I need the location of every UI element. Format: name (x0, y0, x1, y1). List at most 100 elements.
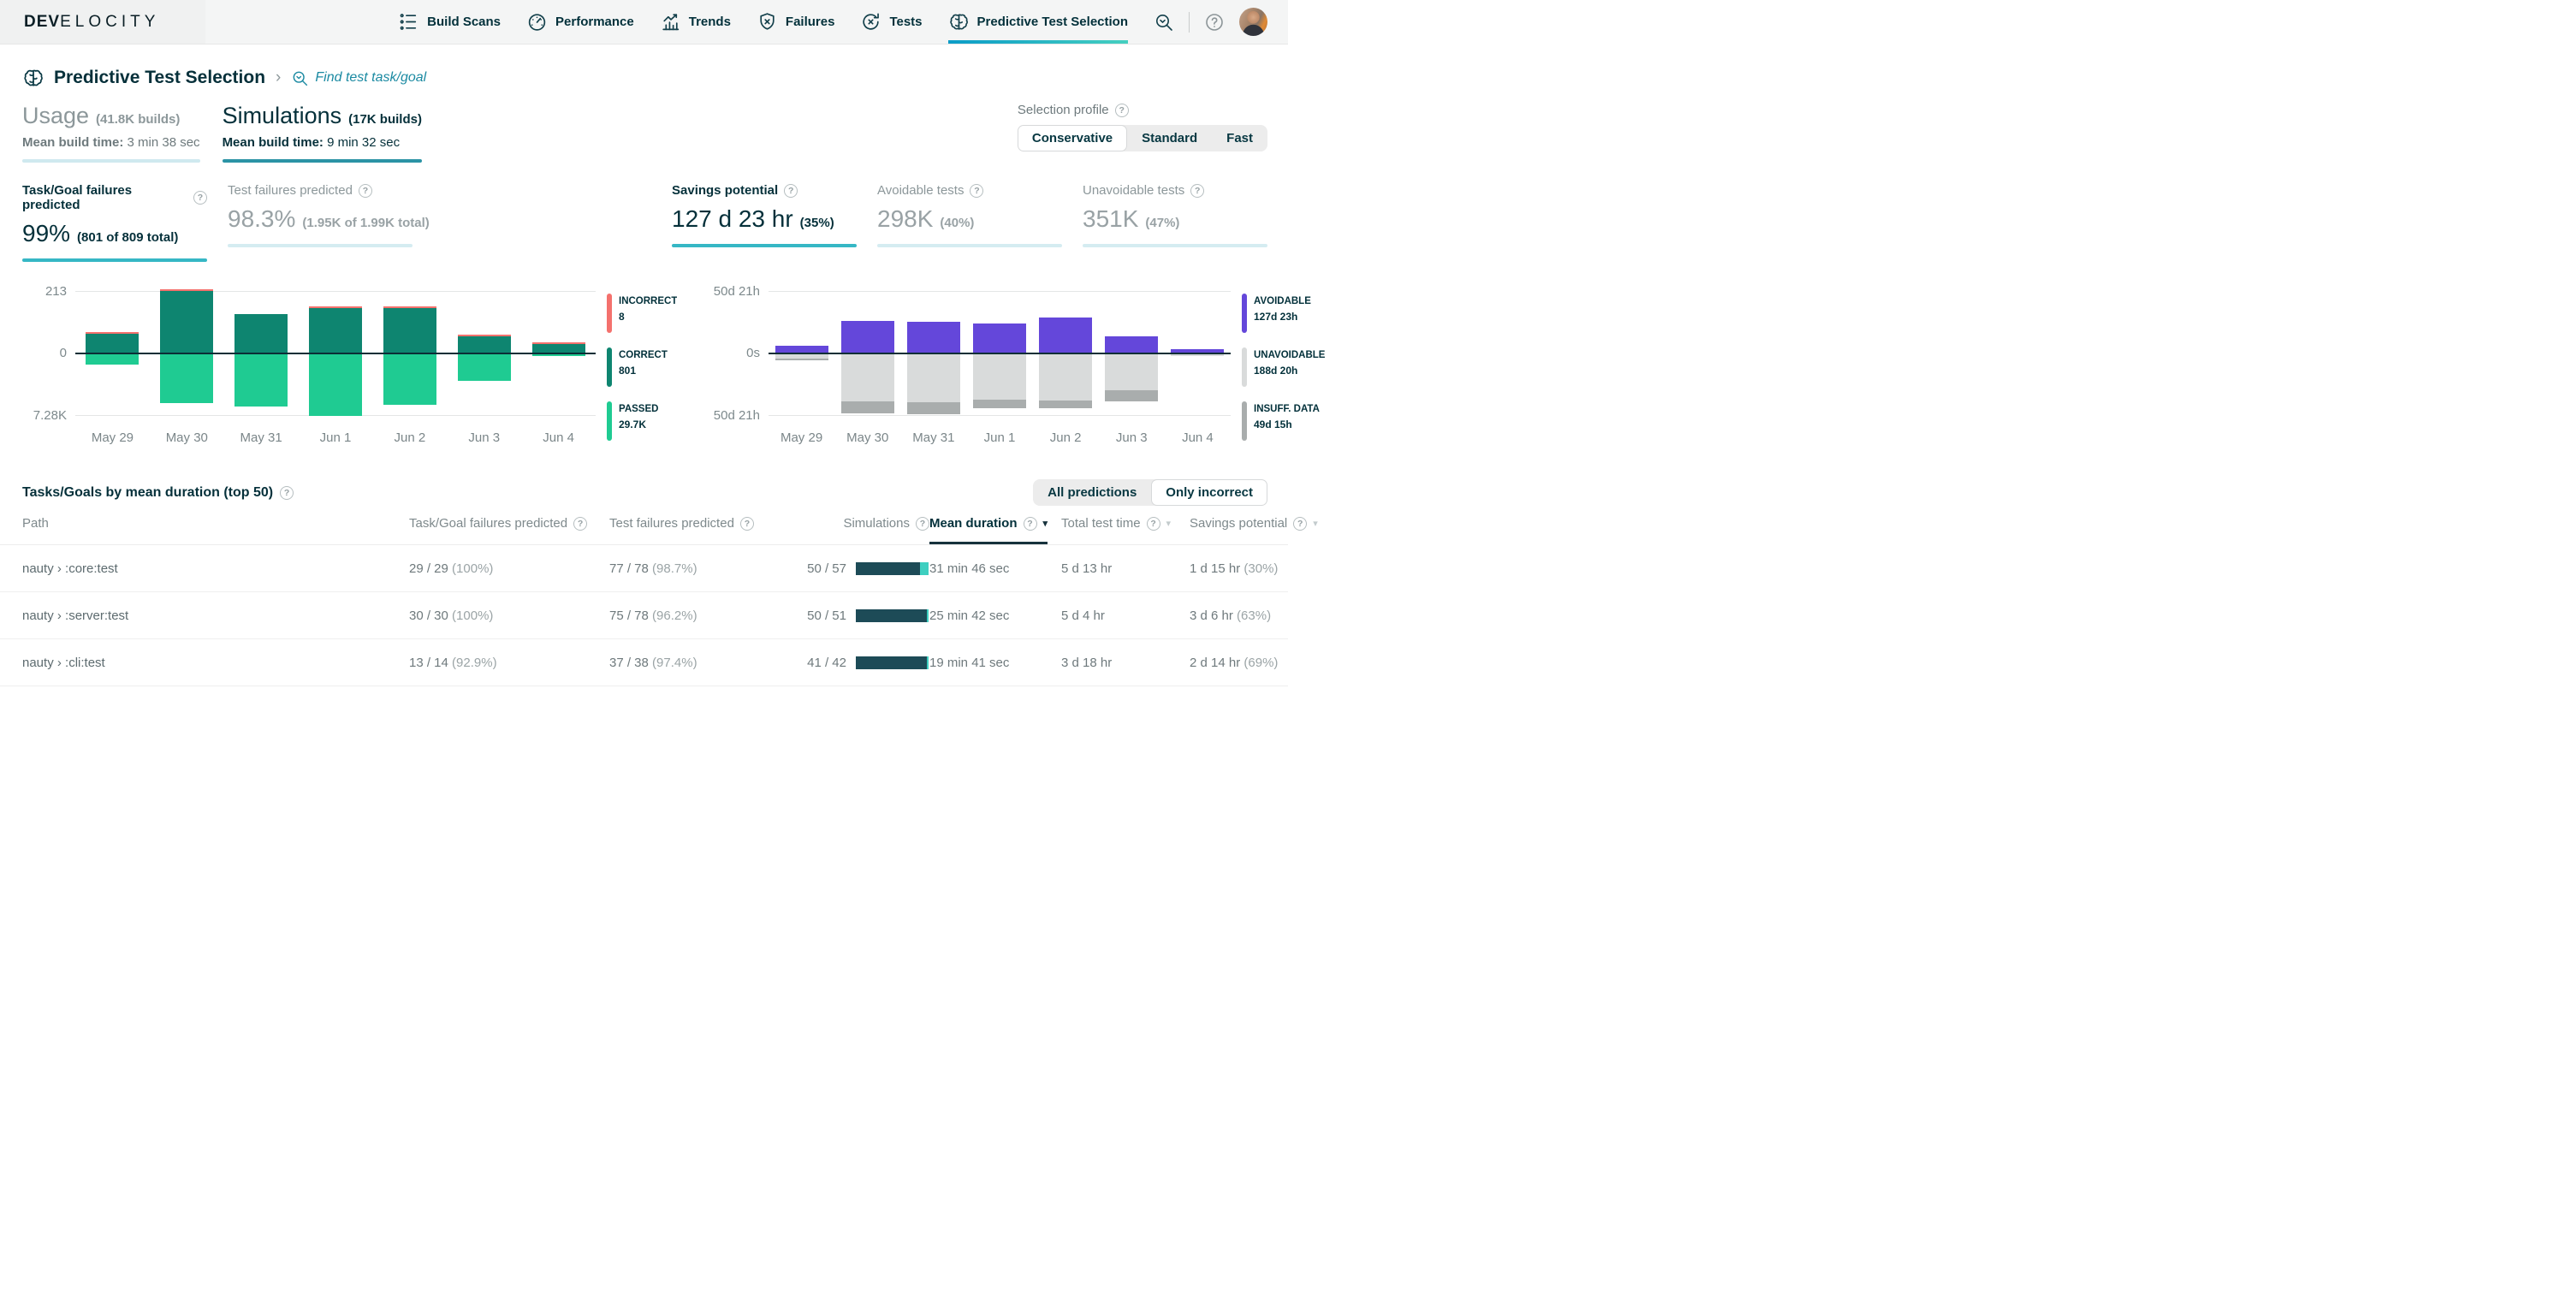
help-badge-icon[interactable]: ? (1190, 183, 1205, 198)
chart-legend: INCORRECT 8 CORRECT 801 PASSED 29.7K (607, 291, 677, 445)
develocity-logo[interactable]: DEV ELOCITY (0, 0, 206, 44)
bar-segment-insuff-data (1105, 390, 1159, 401)
main-content: Predictive Test Selection › Find test ta… (0, 45, 1326, 686)
bar-segment-insuff-data (906, 401, 960, 414)
column-header-total-test-time[interactable]: Total test time? ▾ (1061, 516, 1190, 544)
help-icon[interactable] (1204, 12, 1225, 33)
help-badge-icon[interactable]: ? (1023, 516, 1037, 531)
trends-icon (660, 11, 681, 33)
help-badge-icon[interactable]: ? (1293, 516, 1308, 531)
x-axis-label: May 31 (240, 430, 282, 445)
bar-segment-correct (457, 336, 511, 353)
bar-segment-avoidable (972, 323, 1026, 353)
help-badge-icon[interactable]: ? (784, 183, 798, 198)
stat-value: 351K (1083, 205, 1139, 232)
stat-detail: (35%) (799, 216, 834, 230)
stat-underline (877, 244, 1062, 247)
stat-test-failures-predicted[interactable]: Test failures predicted? 98.3% (1.95K of 1… (228, 183, 430, 262)
nav-item-tests[interactable]: Tests (860, 0, 923, 44)
column-header-mean-duration[interactable]: Mean duration? ▾ (929, 516, 1061, 544)
help-badge-icon[interactable]: ? (358, 183, 372, 198)
help-badge-icon[interactable]: ? (573, 516, 588, 531)
tests-icon (860, 11, 881, 33)
nav-item-failures[interactable]: Failures (757, 0, 834, 44)
bar-segment-unavoidable (1105, 354, 1159, 391)
column-label: Mean duration (929, 516, 1018, 531)
bar-segment-unavoidable (906, 354, 960, 402)
nav-item-trends[interactable]: Trends (660, 0, 731, 44)
bar-segment-passed (234, 354, 288, 407)
predictions-filter-control: All predictions Only incorrect (1033, 479, 1267, 506)
profile-option-conservative[interactable]: Conservative (1017, 125, 1128, 151)
path-cell[interactable]: nauty › :core:test (22, 561, 409, 576)
help-badge-icon[interactable]: ? (970, 183, 984, 198)
help-badge-icon[interactable]: ? (280, 485, 294, 500)
profile-option-fast[interactable]: Fast (1212, 125, 1267, 151)
table-row[interactable]: nauty › :cli:test 13 / 14 (92.9%) 37 / 38 … (0, 639, 1288, 686)
bar-segment-avoidable (1105, 335, 1159, 353)
total-test-time-cell: 5 d 4 hr (1061, 608, 1105, 623)
bar-segment-passed (383, 354, 436, 405)
stat-avoidable-tests[interactable]: Avoidable tests? 298K (40%) (877, 183, 1062, 262)
table-row[interactable]: nauty › :core:test 29 / 29 (100%) 77 / 78 … (0, 545, 1288, 592)
user-avatar[interactable] (1239, 8, 1267, 36)
stat-value: 127 d 23 hr (672, 205, 793, 232)
help-badge-icon[interactable]: ? (1146, 516, 1160, 531)
path-cell[interactable]: nauty › :server:test (22, 608, 409, 623)
column-label: Test failures predicted (609, 516, 734, 531)
breadcrumb-separator: › (276, 68, 282, 86)
tab-usage[interactable]: Usage (41.8K builds) Mean build time: 3 mi… (22, 103, 200, 163)
x-axis-label: Jun 2 (394, 430, 426, 445)
tab-build-count: (41.8K builds) (96, 112, 181, 127)
simulations-bar-fill (856, 656, 927, 669)
help-badge-icon[interactable]: ? (1114, 103, 1129, 117)
legend-series-value: 49d 15h (1254, 418, 1292, 430)
x-axis: May 29 May 30 May 31 Jun 1 Jun 2 Jun 3 Jun 4 (75, 430, 596, 445)
simulations-bar-fill (856, 608, 928, 622)
bar-segment-insuff-data (840, 401, 894, 414)
stat-unavoidable-tests[interactable]: Unavoidable tests? 351K (47%) (1083, 183, 1267, 262)
bar-segment-unavoidable (1171, 354, 1225, 357)
filter-option-all-predictions[interactable]: All predictions (1033, 479, 1151, 506)
nav-item-label: Predictive Test Selection (976, 15, 1128, 29)
legend-series-name: INCORRECT (619, 296, 678, 306)
profile-option-standard[interactable]: Standard (1127, 125, 1212, 151)
stat-task-goal-failures-predicted[interactable]: Task/Goal failures predicted? 99% (801 of … (22, 183, 207, 262)
path-cell[interactable]: nauty › :cli:test (22, 656, 409, 670)
stat-underline (672, 244, 857, 247)
search-icon (291, 69, 309, 87)
bar-segment-correct (160, 291, 214, 353)
nav-item-build-scans[interactable]: Build Scans (398, 0, 501, 44)
help-badge-icon[interactable]: ? (916, 516, 929, 531)
tab-title: Usage (22, 103, 90, 128)
filter-option-only-incorrect[interactable]: Only incorrect (1151, 479, 1267, 506)
help-badge-icon[interactable]: ? (193, 191, 207, 205)
find-test-task-link[interactable]: Find test task/goal (291, 69, 426, 87)
nav-item-performance[interactable]: Performance (526, 0, 634, 44)
legend-series-value: 188d 20h (1254, 365, 1298, 377)
bar-segment-avoidable (840, 320, 894, 353)
column-header-savings-potential[interactable]: Savings potential? ▾ (1190, 516, 1318, 544)
nav-item-predictive-test-selection[interactable]: Predictive Test Selection (947, 0, 1128, 44)
prediction-stats: Task/Goal failures predicted? 99% (801 of … (22, 183, 430, 262)
table-row[interactable]: nauty › :server:test 30 / 30 (100%) 75 / 7… (0, 592, 1288, 639)
stat-value: 99% (22, 220, 71, 246)
zero-axis-line (769, 353, 1231, 354)
sort-arrow-icon: ▾ (1166, 519, 1172, 529)
mode-tabs: Usage (41.8K builds) Mean build time: 3 mi… (22, 103, 444, 163)
performance-icon (526, 11, 548, 33)
search-icon[interactable] (1154, 12, 1174, 33)
bar-segment-correct (234, 314, 288, 353)
charts-row: 213 0 7.28K May 29 May 30 May 31 Jun 1 Jun 2 Jun… (0, 262, 1326, 445)
bar-segment-incorrect (383, 306, 436, 308)
help-badge-icon[interactable]: ? (739, 516, 754, 531)
x-axis-label: Jun 3 (468, 430, 501, 445)
simulations-cell: 50 / 51 (758, 608, 929, 623)
nav-divider (1189, 11, 1190, 33)
chart-plot-area (769, 291, 1231, 416)
table-body: nauty › :core:test 29 / 29 (100%) 77 / 78 … (0, 545, 1288, 686)
stats-row: Task/Goal failures predicted? 99% (801 of … (0, 163, 1288, 262)
tab-simulations[interactable]: Simulations (17K builds) Mean build time: … (222, 103, 422, 163)
stat-savings-potential[interactable]: Savings potential? 127 d 23 hr (35%) (672, 183, 857, 262)
failures-icon (757, 11, 778, 33)
